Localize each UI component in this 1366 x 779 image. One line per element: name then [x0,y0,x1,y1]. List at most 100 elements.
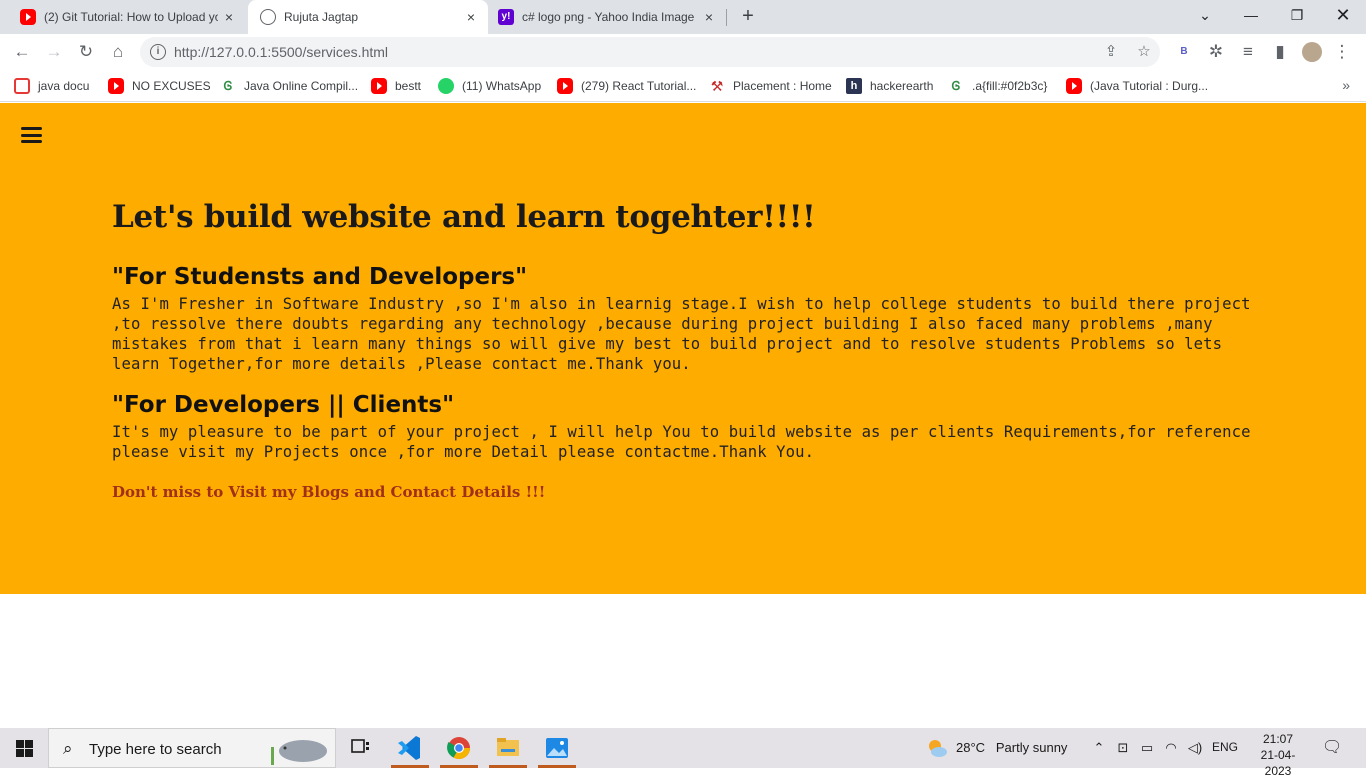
bookmark-whatsapp[interactable]: (11) WhatsApp [438,77,541,95]
forward-button[interactable]: → [42,40,66,64]
bookmark-label: java docu [38,79,90,93]
bookmarks-bar: java docu NO EXCUSES Ꮆ Java Online Compil… [0,70,1366,102]
home-button[interactable]: ⌂ [106,40,130,64]
bookmark-label: Placement : Home [733,79,832,93]
taskbar-search-box[interactable]: ⌕ Type here to search [48,728,336,768]
page-viewport: Let's build website and learn togehter!!… [0,103,1366,728]
task-view-button[interactable] [338,728,384,768]
gfg-icon: Ꮆ [951,79,961,93]
services-hero: Let's build website and learn togehter!!… [0,103,1366,594]
bookmark-no-excuses[interactable]: NO EXCUSES [108,77,211,95]
yahoo-icon: y! [498,9,514,25]
manatee-decoration-icon [271,740,327,765]
globe-icon [260,9,276,25]
search-icon: ⌕ [63,739,73,758]
youtube-icon [108,78,124,94]
tab-rujuta-jagtap[interactable]: Rujuta Jagtap × [248,0,488,34]
chevron-right-icon[interactable]: » [1342,77,1350,93]
doc-icon [14,78,30,94]
language-indicator[interactable]: ENG [1212,740,1238,754]
new-tab-button[interactable]: + [737,5,759,27]
youtube-icon [1066,78,1082,94]
section-body-clients: It's my pleasure to be part of your proj… [112,423,1251,461]
meet-now-icon[interactable]: ⊡ [1114,739,1132,757]
bookmark-fill-style[interactable]: Ꮆ .a{fill:#0f2b3c} [948,77,1048,95]
bookmark-label: (11) WhatsApp [462,79,542,93]
browser-toolbar: ← → ↻ ⌂ i http://127.0.0.1:5500/services… [0,34,1366,70]
youtube-icon [557,78,573,94]
bookmark-label: (279) React Tutorial... [581,79,697,93]
clock-time: 21:07 [1262,732,1294,746]
volume-icon[interactable]: ◁) [1186,739,1204,757]
bookmark-label: hackerearth [870,79,934,93]
weather-description: Partly sunny [995,740,1068,755]
bookmark-java-online-compiler[interactable]: Ꮆ Java Online Compil... [220,77,358,95]
close-window-button[interactable]: ✕ [1320,0,1366,30]
chrome-taskbar-icon[interactable] [436,728,482,768]
blogs-contact-link[interactable]: Don't miss to Visit my Blogs and Contact… [112,483,545,501]
gfg-icon: Ꮆ [223,79,233,93]
whatsapp-icon [438,78,454,94]
bookmark-label: .a{fill:#0f2b3c} [972,79,1048,93]
section-heading-clients: "For Developers || Clients" [112,392,455,418]
windows-taskbar: ⌕ Type here to search 28°C Partly sunny … [0,728,1366,778]
bookmark-hackerearth[interactable]: h hackerearth [846,77,933,95]
vscode-taskbar-icon[interactable] [387,728,433,768]
clock-date: 21-04-2023 [1260,748,1296,778]
bookmark-label: Java Online Compil... [244,79,359,93]
info-icon[interactable]: i [150,44,166,60]
file-explorer-taskbar-icon[interactable] [485,728,531,768]
battery-icon[interactable]: ▭ [1138,739,1156,757]
tab-title: Rujuta Jagtap [284,10,359,24]
hackerearth-icon: h [846,78,862,94]
tab-yahoo-images[interactable]: y! c# logo png - Yahoo India Image × [490,0,726,34]
media-controls-icon[interactable]: ≡ [1236,40,1260,64]
address-bar[interactable]: i http://127.0.0.1:5500/services.html ⇪ … [140,37,1160,67]
hamburger-menu-icon[interactable] [21,127,42,143]
side-panel-icon[interactable]: ▮ [1268,40,1292,64]
tab-git-tutorial[interactable]: (2) Git Tutorial: How to Upload yo × [8,0,246,34]
url-text[interactable]: http://127.0.0.1:5500/services.html [174,44,388,60]
tab-title: (2) Git Tutorial: How to Upload yo [44,10,218,24]
placement-icon: ⚒ [710,78,724,94]
avatar[interactable] [1302,42,1322,62]
tab-strip: (2) Git Tutorial: How to Upload yo × Ruj… [0,0,1366,34]
back-button[interactable]: ← [10,40,34,64]
restore-button[interactable]: ❐ [1274,0,1320,30]
bookmark-java-docu[interactable]: java docu [14,77,89,95]
bookmark-placement-home[interactable]: ⚒ Placement : Home [709,77,832,95]
chevron-up-icon[interactable]: ⌃ [1090,739,1108,757]
reload-button[interactable]: ↻ [74,40,98,64]
minimize-button[interactable]: — [1228,0,1274,30]
photos-taskbar-icon[interactable] [534,728,580,768]
search-placeholder: Type here to search [89,741,222,758]
youtube-icon [20,9,36,25]
bookmark-react-tutorial[interactable]: (279) React Tutorial... [557,77,696,95]
share-icon[interactable]: ⇪ [1101,42,1121,62]
bookmark-java-tutorial-durga[interactable]: (Java Tutorial : Durg... [1066,77,1208,95]
menu-kebab-icon[interactable]: ⋮ [1330,40,1354,64]
tab-title: c# logo png - Yahoo India Image [522,10,695,24]
tab-search-button[interactable]: ⌄ [1182,0,1228,30]
windows-start-button[interactable] [0,728,48,768]
weather-partly-sunny-icon [929,740,947,757]
extension-b-icon[interactable]: B [1174,42,1194,62]
system-clock[interactable]: 21:07 21-04-2023 [1248,731,1308,779]
weather-widget[interactable]: 28°C Partly sunny [956,740,1067,755]
notification-icon[interactable]: 🗨 [1322,739,1342,757]
close-icon[interactable]: × [702,10,716,24]
tab-separator [726,9,727,26]
section-heading-students: "For Studensts and Developers" [112,264,528,290]
close-icon[interactable]: × [222,10,236,24]
weather-temperature: 28°C [956,740,986,755]
section-body-students: As I'm Fresher in Software Industry ,so … [112,295,1251,373]
youtube-icon [371,78,387,94]
bookmark-label: (Java Tutorial : Durg... [1090,79,1209,93]
bookmark-label: bestt [395,79,422,93]
bookmark-star-icon[interactable]: ☆ [1134,42,1154,62]
wifi-icon[interactable]: ◠ [1162,739,1180,757]
extensions-icon[interactable]: ✲ [1204,40,1228,64]
bookmark-label: NO EXCUSES [132,79,211,93]
close-icon[interactable]: × [464,10,478,24]
bookmark-bestt[interactable]: bestt [371,77,421,95]
